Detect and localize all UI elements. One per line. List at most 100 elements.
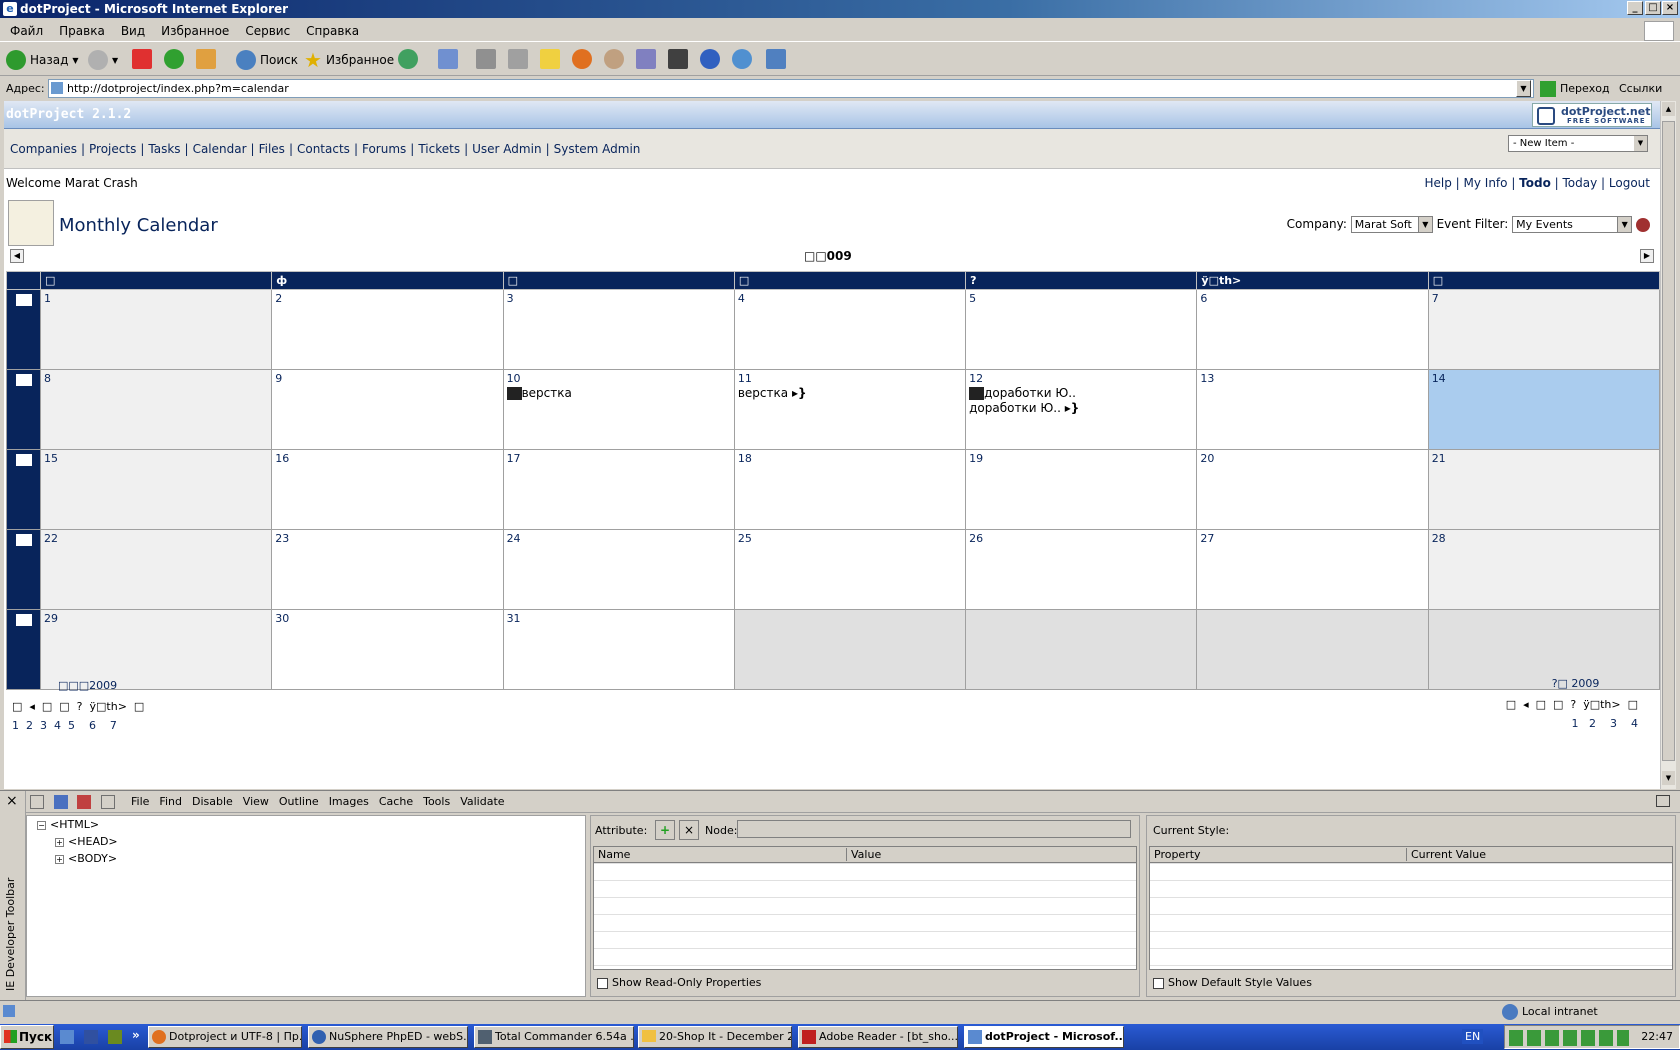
scroll-thumb[interactable] [1662,121,1675,761]
calendar-event[interactable]: доработки Ю.. ▸} [969,401,1193,415]
task-phped[interactable]: NuSphere PhpED - webS... [308,1026,468,1048]
task-firefox[interactable]: Dotproject и UTF-8 | Пр... [148,1026,302,1048]
home-icon[interactable] [196,49,216,69]
nav-projects[interactable]: Projects [89,142,136,156]
links-button[interactable]: Ссылки [1619,80,1662,98]
devtools-menu-tools[interactable]: Tools [423,795,450,808]
quicklaunch-ie-icon[interactable] [60,1030,74,1044]
devtools-menu-outline[interactable]: Outline [279,795,319,808]
tool-icon[interactable] [604,49,624,69]
devtools-menu-validate[interactable]: Validate [460,795,504,808]
show-readonly-checkbox[interactable]: Show Read-Only Properties [597,976,761,989]
nav-system-admin[interactable]: System Admin [554,142,641,156]
nav-forums[interactable]: Forums [362,142,406,156]
day-cell[interactable]: 22 [39,529,273,610]
quicklaunch-more-icon[interactable]: » [132,1028,140,1042]
prev-month-button[interactable]: ◀ [10,249,24,263]
day-cell[interactable]: 5 [965,289,1198,370]
scroll-up-icon[interactable]: ▲ [1662,102,1675,116]
day-cell[interactable]: 26 [965,529,1198,610]
select-element-icon[interactable] [30,795,44,809]
day-cell[interactable]: 11 верстка ▸} [733,369,967,450]
start-button[interactable]: Пуск [0,1025,54,1049]
task-total-commander[interactable]: Total Commander 6.54a ... [474,1026,634,1048]
archive-icon[interactable] [668,49,688,69]
favorites-button[interactable]: ★ Избранное [304,48,394,72]
style-grid[interactable]: Property Current Value [1149,846,1673,970]
next-month-button[interactable]: ▶ [1640,249,1654,263]
globe-icon[interactable] [700,49,720,69]
day-cell[interactable]: 30 [271,609,504,690]
history-icon[interactable] [398,49,418,69]
dotproject-logo[interactable]: dotProject.net FREE SOFTWARE [1532,103,1652,127]
calendar-event[interactable]: верстка ▸} [738,386,962,400]
mini-prev-days[interactable]: 1 2 3 4 5 6 7 [12,719,144,732]
remove-attribute-icon[interactable]: × [679,820,699,840]
day-cell[interactable]: 13 [1196,369,1429,450]
week-link[interactable] [6,609,41,690]
add-attribute-icon[interactable]: + [655,820,675,840]
help-link[interactable]: Help [1424,176,1451,190]
show-default-styles-checkbox[interactable]: Show Default Style Values [1153,976,1312,989]
expand-icon[interactable]: + [55,838,64,847]
nav-calendar[interactable]: Calendar [193,142,247,156]
back-button[interactable]: Назад ▼ [6,49,79,71]
collapse-icon[interactable]: − [37,821,46,830]
plugin-icon[interactable] [636,49,656,69]
quicklaunch-save-icon[interactable] [84,1030,98,1044]
logout-link[interactable]: Logout [1609,176,1650,190]
note-icon[interactable] [540,49,560,69]
restore-icon[interactable] [1656,795,1670,807]
day-cell[interactable]: 10 верстка [502,369,735,450]
attributes-grid[interactable]: Name Value [593,846,1137,970]
day-cell[interactable]: 28 [1427,529,1660,610]
week-link[interactable] [6,529,41,610]
week-link[interactable] [6,369,41,450]
day-cell[interactable]: 18 [733,449,967,530]
print-icon[interactable] [476,49,496,69]
day-cell[interactable]: 12 доработки Ю.. доработки Ю.. ▸} [965,369,1198,450]
devtools-menu-find[interactable]: Find [159,795,182,808]
menu-help[interactable]: Справка [298,20,367,42]
day-cell[interactable]: 15 [39,449,273,530]
devtools-menu-file[interactable]: File [131,795,149,808]
todo-link[interactable]: Todo [1519,176,1551,190]
day-cell[interactable]: 25 [733,529,967,610]
tray-icons[interactable] [1509,1030,1629,1046]
week-link[interactable] [6,289,41,370]
nav-tickets[interactable]: Tickets [418,142,460,156]
quicklaunch-app-icon[interactable] [108,1030,122,1044]
scroll-down-icon[interactable]: ▼ [1662,771,1675,785]
day-cell[interactable]: 29 [39,609,273,690]
address-input[interactable]: http://dotproject/index.php?m=calendar [48,79,1534,98]
day-cell[interactable]: 16 [271,449,504,530]
language-indicator[interactable]: EN [1462,1029,1484,1044]
calendar-event[interactable]: верстка [506,386,731,400]
task-folder[interactable]: 20-Shop It - December 2... [638,1026,792,1048]
go-button[interactable]: Переход [1540,80,1610,98]
forward-button[interactable]: ▼ [88,49,118,71]
maximize-button[interactable]: □ [1645,1,1661,15]
company-select[interactable]: Marat Soft ▼ [1350,216,1433,233]
tree-node-body[interactable]: + <BODY> [51,852,585,865]
messenger-icon[interactable] [732,49,752,69]
mail-icon[interactable] [438,49,458,69]
day-cell[interactable]: 31 [502,609,735,690]
day-cell[interactable]: 20 [1196,449,1429,530]
devtools-menu-disable[interactable]: Disable [192,795,233,808]
today-link[interactable]: Today [1563,176,1598,190]
devtools-menu-view[interactable]: View [243,795,269,808]
day-cell[interactable]: 4 [733,289,967,370]
day-cell[interactable]: 19 [965,449,1198,530]
mini-next-title[interactable]: ?□ 2009 [1506,677,1638,690]
view-source-icon[interactable] [100,795,115,809]
day-cell[interactable]: 17 [502,449,735,530]
node-field[interactable] [737,820,1131,838]
nav-contacts[interactable]: Contacts [297,142,350,156]
tree-node-html[interactable]: − <HTML> [37,818,585,831]
menu-edit[interactable]: Правка [51,20,113,42]
refresh-dom-icon[interactable] [53,795,68,809]
filter-submit-icon[interactable] [1636,217,1650,232]
refresh-icon[interactable] [164,49,184,69]
search-button[interactable]: Поиск [236,49,298,71]
